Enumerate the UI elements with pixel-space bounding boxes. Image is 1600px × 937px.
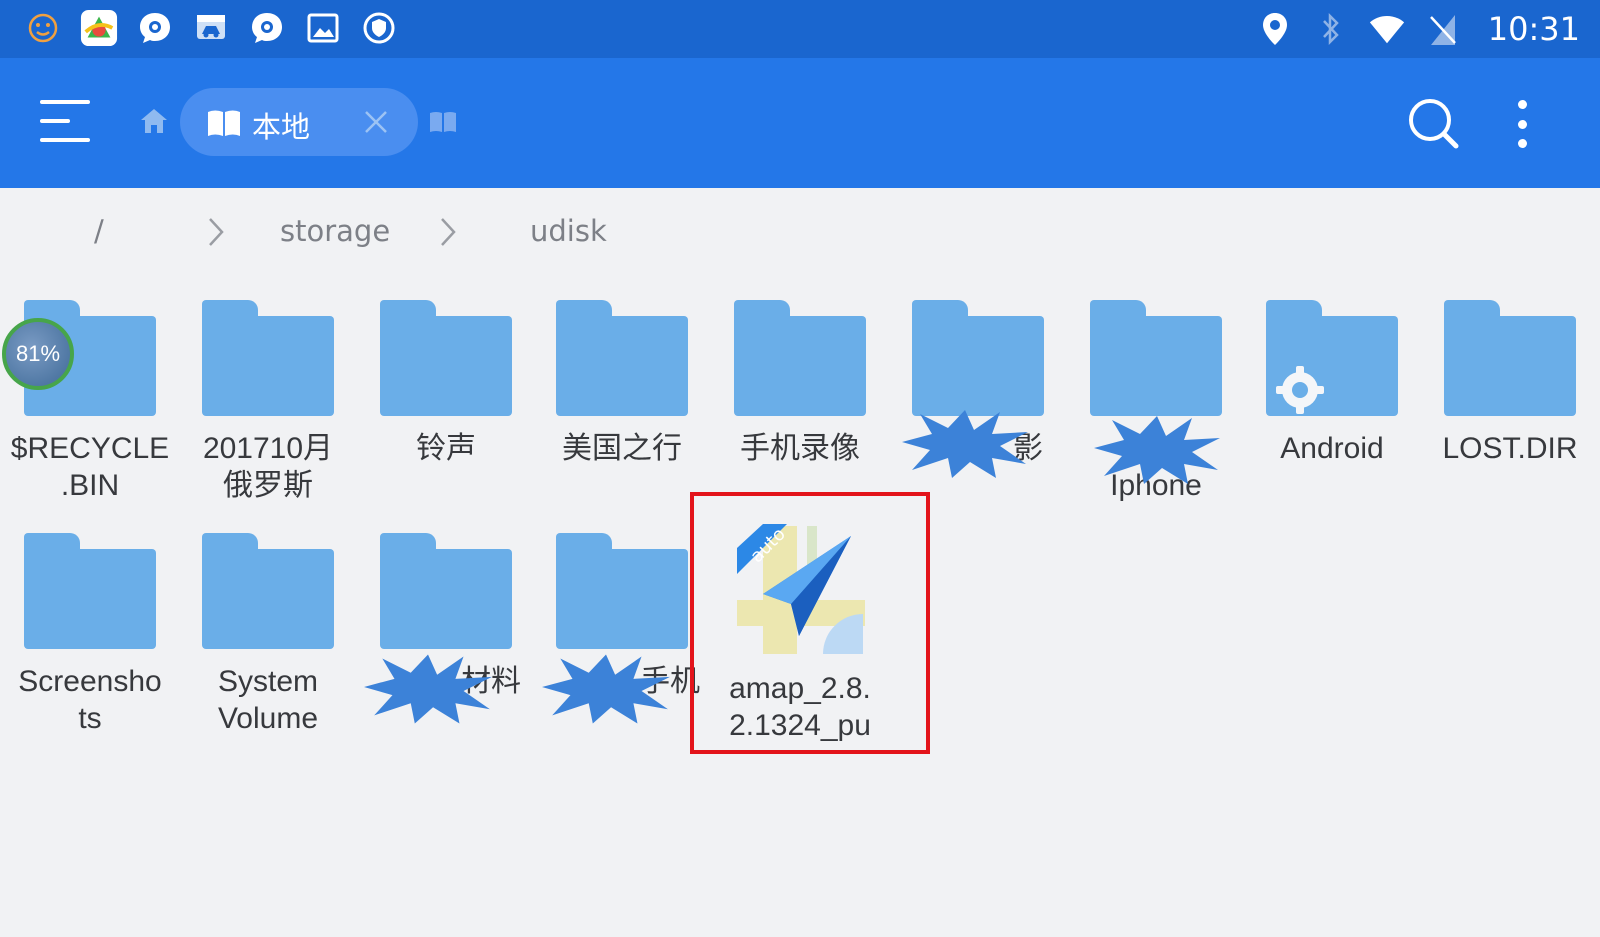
folder-icon [202, 533, 334, 649]
more-vert-icon[interactable] [1510, 96, 1534, 152]
gallery-icon [304, 9, 342, 47]
folder-icon [556, 300, 688, 416]
breadcrumb-udisk[interactable]: udisk [530, 214, 607, 248]
floating-memory-badge[interactable]: 81% [2, 318, 74, 390]
menu-icon[interactable] [40, 100, 90, 146]
file-name: 201710月 俄罗斯 [202, 432, 334, 502]
folder-icon [734, 300, 866, 416]
folder-icon [1444, 300, 1576, 416]
folder-icon [1266, 300, 1398, 416]
folder-icon [556, 533, 688, 649]
status-bar: 10:31 [0, 0, 1600, 58]
breadcrumb: / storage udisk [0, 188, 1600, 278]
folder-phone-video[interactable]: 手机录像 [714, 300, 886, 467]
folder-system-volume[interactable]: System Volume [182, 533, 354, 737]
file-name: LOST.DIR [1442, 432, 1578, 465]
breadcrumb-storage[interactable]: storage [280, 214, 390, 248]
folder-icon [202, 300, 334, 416]
no-sim-icon [1424, 10, 1462, 48]
system-status: 10:31 [1256, 0, 1580, 58]
folder-android[interactable]: Android [1246, 300, 1418, 467]
app-bar: 本地 [0, 58, 1600, 188]
search-icon[interactable] [1406, 96, 1462, 152]
file-name: 手机录像 [740, 432, 860, 465]
chevron-right-icon [206, 216, 226, 252]
folder-icon [24, 533, 156, 649]
redaction-mark [902, 410, 1028, 478]
shield-icon [360, 9, 398, 47]
close-icon[interactable] [362, 108, 390, 140]
car-monitor-icon [192, 9, 230, 47]
folder-icon [1090, 300, 1222, 416]
redaction-mark [542, 654, 670, 724]
chevron-right-icon [438, 216, 458, 252]
file-name: $RECYCLE .BIN [10, 432, 170, 502]
app-launcher-icon [80, 9, 118, 47]
file-name: Android [1280, 432, 1384, 465]
file-name: 铃声 [416, 432, 476, 465]
folder-screenshots[interactable]: Screensho ts [4, 533, 176, 737]
redaction-mark [364, 654, 492, 724]
book-icon [206, 108, 242, 142]
notification-icons [24, 9, 398, 47]
gear-icon [1276, 366, 1324, 414]
wifi-icon [1368, 10, 1406, 48]
tab-local[interactable]: 本地 [180, 88, 418, 156]
bluetooth-icon [1312, 10, 1350, 48]
book-icon-tab[interactable] [428, 110, 458, 138]
folder-201710[interactable]: 201710月 俄罗斯 [182, 300, 354, 504]
folder-icon [380, 533, 512, 649]
folder-icon [912, 300, 1044, 416]
folder-usa-trip[interactable]: 美国之行 [536, 300, 708, 467]
home-icon[interactable] [138, 105, 170, 137]
location-icon [1256, 10, 1294, 48]
selection-highlight [690, 492, 930, 754]
chat-icon-2 [248, 9, 286, 47]
file-name: 美国之行 [562, 432, 682, 465]
emoji-icon [24, 9, 62, 47]
file-name: Screensho ts [18, 665, 162, 735]
folder-ringtones[interactable]: 铃声 [360, 300, 532, 467]
clock: 10:31 [1487, 10, 1580, 48]
tab-label: 本地 [252, 110, 311, 144]
chat-icon [136, 9, 174, 47]
file-name: System Volume [217, 665, 319, 735]
breadcrumb-root[interactable]: / [94, 214, 104, 248]
folder-icon [380, 300, 512, 416]
redaction-mark [1094, 416, 1220, 484]
folder-lost-dir[interactable]: LOST.DIR [1424, 300, 1596, 467]
